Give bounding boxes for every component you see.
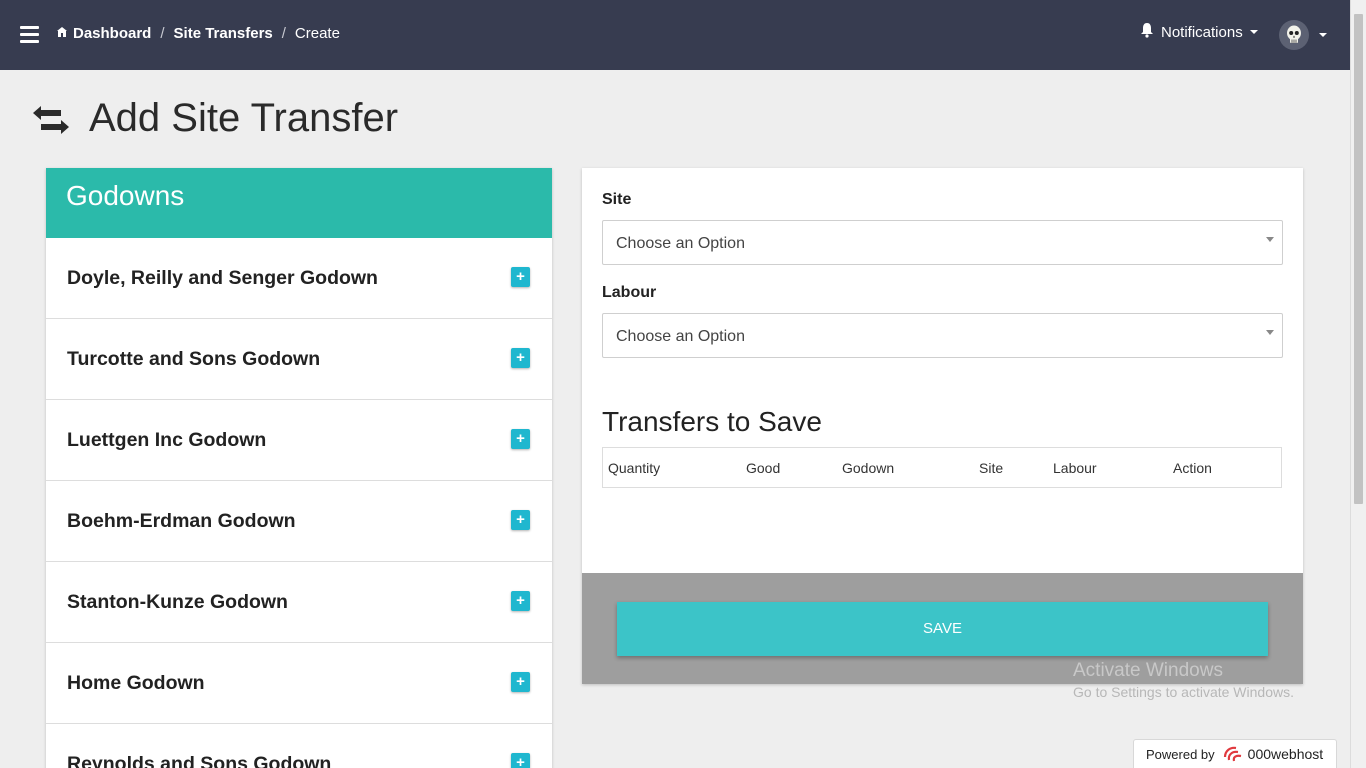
watermark-title: Activate Windows: [1073, 660, 1223, 681]
add-godown-button[interactable]: +: [511, 753, 530, 768]
user-menu[interactable]: [1279, 20, 1327, 50]
breadcrumb-separator: /: [160, 25, 165, 42]
skull-icon: [1287, 25, 1301, 43]
breadcrumb-site-transfers[interactable]: Site Transfers: [174, 25, 273, 42]
add-godown-button[interactable]: +: [511, 672, 530, 692]
add-godown-button[interactable]: +: [511, 348, 530, 368]
watermark-subtitle: Go to Settings to activate Windows.: [1073, 684, 1294, 700]
column-header-site: Site: [979, 460, 1004, 476]
site-label: Site: [602, 191, 632, 208]
notifications-dropdown[interactable]: Notifications: [1140, 22, 1258, 42]
scrollbar-thumb[interactable]: [1354, 14, 1363, 504]
godown-name: Luettgen Inc Godown: [67, 429, 267, 451]
exchange-icon: [31, 105, 71, 135]
breadcrumb-dashboard[interactable]: Dashboard: [73, 25, 151, 42]
list-item: Doyle, Reilly and Senger Godown +: [46, 238, 552, 319]
godown-name: Doyle, Reilly and Senger Godown: [67, 267, 378, 289]
bell-icon: [1140, 22, 1154, 42]
webhost-logo-icon: [1222, 745, 1244, 763]
godown-name: Reynolds and Sons Godown: [67, 753, 332, 768]
add-godown-button[interactable]: +: [511, 510, 530, 530]
breadcrumb-separator: /: [281, 25, 286, 42]
godowns-header: Godowns: [46, 168, 552, 238]
home-icon: [56, 26, 68, 41]
powered-by-label: Powered by: [1146, 746, 1215, 762]
column-header-action: Action: [1173, 460, 1212, 476]
add-godown-button[interactable]: +: [511, 267, 530, 287]
add-godown-button[interactable]: +: [511, 591, 530, 611]
menu-icon[interactable]: [20, 26, 39, 43]
labour-select[interactable]: Choose an Option: [602, 313, 1283, 358]
godown-name: Turcotte and Sons Godown: [67, 348, 321, 370]
chevron-down-icon: [1266, 330, 1274, 335]
list-item: Home Godown +: [46, 643, 552, 724]
transfers-table: Quantity Good Godown Site Labour Action: [602, 447, 1282, 488]
list-item: Reynolds and Sons Godown +: [46, 724, 552, 768]
list-item: Turcotte and Sons Godown +: [46, 319, 552, 400]
breadcrumb: Dashboard / Site Transfers / Create: [56, 25, 340, 42]
page-scrollbar[interactable]: [1350, 0, 1366, 768]
column-header-godown: Godown: [842, 460, 895, 476]
avatar: [1279, 20, 1309, 50]
godown-name: Stanton-Kunze Godown: [67, 591, 288, 613]
list-item: Luettgen Inc Godown +: [46, 400, 552, 481]
column-header-good: Good: [746, 460, 781, 476]
notifications-label: Notifications: [1161, 23, 1243, 41]
chevron-down-icon: [1266, 237, 1274, 242]
site-select-value: Choose an Option: [616, 235, 745, 252]
list-item: Boehm-Erdman Godown +: [46, 481, 552, 562]
powered-by-badge[interactable]: Powered by 000webhost: [1133, 739, 1337, 768]
top-navbar: Dashboard / Site Transfers / Create Noti…: [0, 0, 1350, 70]
list-item: Stanton-Kunze Godown +: [46, 562, 552, 643]
godown-name: Boehm-Erdman Godown: [67, 510, 296, 532]
chevron-down-icon: [1319, 33, 1327, 37]
page-title: Add Site Transfer: [89, 96, 399, 140]
powered-by-brand: 000webhost: [1247, 746, 1324, 762]
labour-select-value: Choose an Option: [616, 328, 745, 345]
labour-label: Labour: [602, 284, 657, 301]
add-godown-button[interactable]: +: [511, 429, 530, 449]
transfers-title: Transfers to Save: [602, 406, 822, 437]
godowns-panel: Godowns Doyle, Reilly and Senger Godown …: [46, 168, 552, 768]
activate-windows-watermark: Activate Windows Go to Settings to activ…: [1073, 660, 1294, 700]
godown-name: Home Godown: [67, 672, 205, 694]
transfer-form-card: Site Choose an Option Labour Choose an O…: [582, 168, 1303, 684]
site-select[interactable]: Choose an Option: [602, 220, 1283, 265]
column-header-quantity: Quantity: [608, 460, 661, 476]
breadcrumb-create: Create: [294, 25, 340, 42]
save-button[interactable]: SAVE: [617, 602, 1268, 656]
chevron-down-icon: [1249, 30, 1258, 34]
column-header-labour: Labour: [1053, 460, 1097, 476]
